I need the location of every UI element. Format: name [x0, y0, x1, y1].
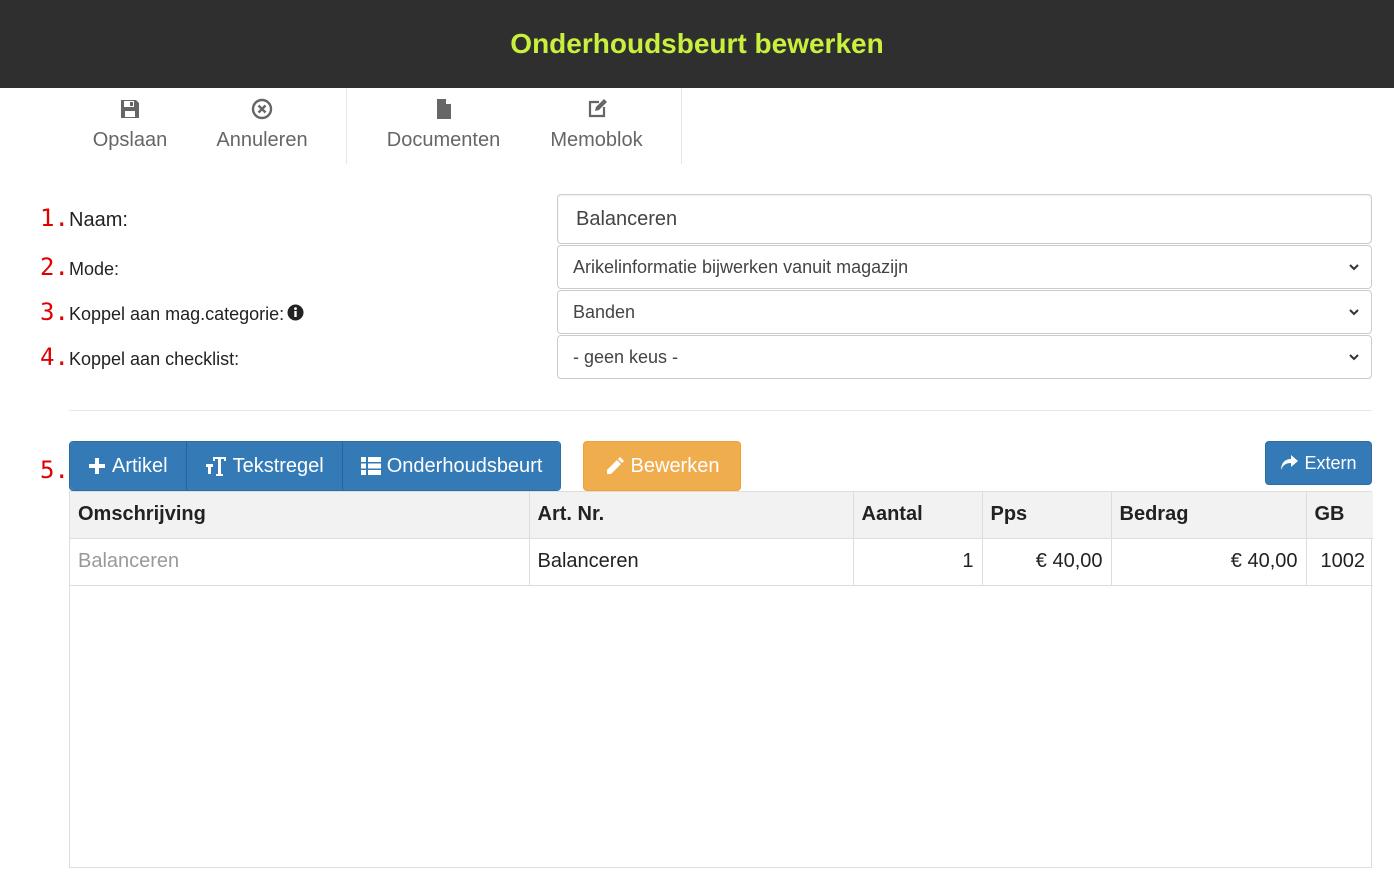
- add-button-group: Artikel Tekstregel Onderhoudsbeurt: [69, 441, 562, 491]
- table-row[interactable]: Balanceren Balanceren 1 € 40,00 € 40,00 …: [70, 538, 1373, 586]
- category-label: Koppel aan mag.categorie:: [69, 304, 285, 324]
- add-textline-label: Tekstregel: [232, 454, 324, 477]
- items-table: Omschrijving Art. Nr. Aantal Pps Bedrag …: [69, 491, 1373, 868]
- title-bar: Onderhoudsbeurt bewerken: [0, 0, 1394, 88]
- column-header[interactable]: Bedrag: [1111, 492, 1307, 539]
- edit-label: Bewerken: [630, 454, 720, 477]
- extern-label: Extern: [1304, 452, 1357, 473]
- toolbar-divider: [346, 88, 347, 164]
- checklist-label: Koppel aan checklist:: [69, 349, 240, 369]
- name-value: Balanceren: [576, 207, 678, 230]
- add-article-button[interactable]: Artikel: [70, 442, 187, 490]
- step-number: 5.: [40, 456, 69, 484]
- column-header[interactable]: Art. Nr.: [529, 492, 854, 539]
- name-input[interactable]: Balanceren: [557, 194, 1372, 244]
- file-icon: [433, 98, 455, 120]
- cancel-label: Annuleren: [216, 129, 308, 151]
- checklist-value: - geen keus -: [573, 346, 679, 367]
- memo-label: Memoblok: [550, 129, 643, 151]
- chevron-down-icon: [1349, 354, 1359, 361]
- cell-quantity: 1: [853, 538, 983, 586]
- documents-button[interactable]: Documenten: [384, 88, 503, 164]
- step-number: 2.: [40, 253, 69, 281]
- cancel-button[interactable]: Annuleren: [214, 88, 310, 164]
- column-header[interactable]: Omschrijving: [70, 492, 530, 539]
- edit-icon: [586, 98, 608, 120]
- edit-button[interactable]: Bewerken: [583, 441, 741, 491]
- toolbar-divider: [681, 88, 682, 164]
- add-article-label: Artikel: [112, 454, 168, 477]
- save-button[interactable]: Opslaan: [91, 88, 169, 164]
- info-circle-icon[interactable]: [287, 304, 304, 326]
- times-circle-icon: [251, 98, 273, 120]
- column-header[interactable]: Aantal: [853, 492, 983, 539]
- pencil-icon: [606, 457, 624, 474]
- cell-gb: 1002: [1306, 538, 1373, 586]
- text-height-icon: [205, 457, 226, 476]
- add-textline-button[interactable]: Tekstregel: [186, 442, 343, 490]
- save-label: Opslaan: [92, 129, 168, 151]
- mode-label: Mode:: [69, 259, 120, 279]
- extern-button[interactable]: Extern: [1265, 441, 1372, 485]
- column-header[interactable]: Pps: [982, 492, 1112, 539]
- save-icon: [119, 98, 141, 120]
- add-service-label: Onderhoudsbeurt: [386, 454, 543, 477]
- step-number: 4.: [40, 343, 69, 371]
- mode-select[interactable]: Arikelinformatie bijwerken vanuit magazi…: [557, 245, 1372, 289]
- step-number: 3.: [40, 298, 69, 326]
- cell-amount: € 40,00: [1111, 538, 1307, 586]
- list-icon: [360, 457, 381, 475]
- page-title: Onderhoudsbeurt bewerken: [510, 28, 884, 59]
- chevron-down-icon: [1349, 309, 1359, 316]
- chevron-down-icon: [1349, 264, 1359, 271]
- mode-value: Arikelinformatie bijwerken vanuit magazi…: [573, 256, 909, 277]
- step-number: 1.: [40, 204, 69, 232]
- cell-article-number: Balanceren: [529, 538, 854, 586]
- cell-unit-price: € 40,00: [982, 538, 1112, 586]
- divider: [69, 410, 1372, 411]
- name-label: Naam:: [69, 209, 128, 231]
- plus-icon: [89, 458, 105, 474]
- memo-button[interactable]: Memoblok: [548, 88, 645, 164]
- checklist-select[interactable]: - geen keus -: [557, 335, 1372, 379]
- documents-label: Documenten: [386, 129, 501, 151]
- category-select[interactable]: Banden: [557, 290, 1372, 334]
- category-value: Banden: [573, 301, 636, 322]
- table-header-row: Omschrijving Art. Nr. Aantal Pps Bedrag …: [70, 492, 1373, 539]
- add-service-button[interactable]: Onderhoudsbeurt: [342, 442, 561, 490]
- cell-description: Balanceren: [70, 538, 530, 586]
- share-icon: [1281, 455, 1299, 470]
- column-header[interactable]: GB: [1306, 492, 1373, 539]
